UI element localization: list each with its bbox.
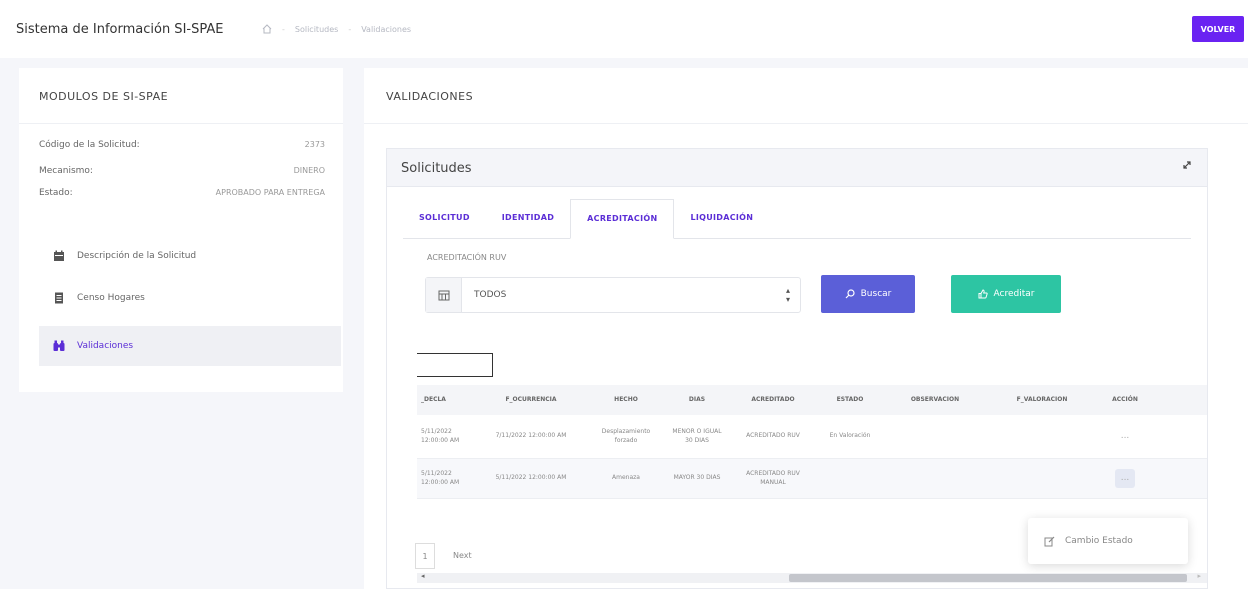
action-cell: ... (1097, 427, 1153, 446)
field-label: Código de la Solicitud: (39, 140, 140, 150)
sidebar-item-label: Validaciones (77, 341, 134, 351)
column-header[interactable]: ACREDITADO (729, 396, 817, 404)
breadcrumb: - Solicitudes - Validaciones (262, 24, 411, 34)
scroll-right-icon[interactable]: ▸ (1197, 572, 1201, 580)
row-actions-menu: Cambio Estado (1028, 518, 1188, 564)
table-cell: ACREDITADO RUV (746, 432, 800, 440)
sidebar: MODULOS DE SI-SPAE Código de la Solicitu… (19, 68, 343, 392)
search-button[interactable]: Buscar (821, 275, 915, 313)
field-status: Estado: APROBADO PARA ENTREGA (39, 188, 325, 198)
document-icon (55, 292, 63, 304)
table-row: 5/11/2022 12:00:00 AM 7/11/2022 12:00:00… (417, 415, 1207, 459)
tab-liquidacion[interactable]: LIQUIDACIÓN (674, 199, 769, 239)
tab-bar: SOLICITUD IDENTIDAD ACREDITACIÓN LIQUIDA… (403, 199, 1191, 239)
select-caret-icon: ▴ ▾ (785, 286, 790, 304)
table-header: _DECLA F_OCURRENCIA HECHO DIAS ACREDITAD… (417, 385, 1207, 415)
home-icon[interactable] (262, 24, 272, 34)
column-header[interactable]: ESTADO (817, 396, 883, 404)
tab-acreditacion[interactable]: ACREDITACIÓN (570, 199, 675, 239)
calendar-icon (438, 290, 449, 301)
table-cell: 7/11/2022 12:00:00 AM (495, 432, 567, 440)
back-button[interactable]: VOLVER (1192, 16, 1244, 42)
next-page-link[interactable]: Next (453, 551, 472, 560)
top-bar: Sistema de Información SI-SPAE - Solicit… (0, 0, 1248, 58)
row-actions-button[interactable]: ... (1115, 427, 1136, 446)
menu-item-cambio-estado[interactable]: Cambio Estado (1065, 536, 1133, 546)
select-icon-box (426, 278, 462, 312)
table-cell: 5/11/2022 12:00:00 AM (421, 428, 460, 444)
table-cell: MENOR O IGUAL 30 DIAS (672, 428, 722, 444)
tab-solicitud[interactable]: SOLICITUD (403, 199, 486, 239)
table-cell: Desplazamiento forzado (601, 428, 651, 444)
breadcrumb-solicitudes[interactable]: Solicitudes (295, 25, 338, 34)
table-cell: 5/11/2022 12:00:00 AM (495, 474, 567, 482)
tab-identidad[interactable]: IDENTIDAD (486, 199, 570, 239)
app-title: Sistema de Información SI-SPAE (16, 22, 224, 37)
sidebar-item-label: Descripción de la Solicitud (77, 251, 197, 261)
table-row: 5/11/2022 12:00:00 AM 5/11/2022 12:00:00… (417, 459, 1207, 499)
field-value: APROBADO PARA ENTREGA (215, 188, 325, 197)
panel-title: Solicitudes (387, 149, 1207, 187)
expand-icon[interactable] (1181, 159, 1193, 171)
search-icon (845, 289, 855, 299)
field-label: Estado: (39, 188, 73, 198)
sidebar-item-label: Censo Hogares (77, 293, 145, 303)
acreditacion-select[interactable]: TODOS ▴ ▾ (425, 277, 801, 313)
edit-icon (1044, 536, 1055, 546)
column-header[interactable]: F_OCURRENCIA (475, 396, 587, 404)
field-value: 2373 (304, 140, 325, 149)
column-header[interactable]: OBSERVACION (883, 396, 987, 404)
page-button[interactable]: 1 (415, 543, 435, 569)
select-value: TODOS (474, 290, 507, 300)
field-value: DINERO (293, 166, 325, 175)
row-actions-button[interactable]: ... (1114, 469, 1136, 488)
table-cell: Amenaza (612, 474, 640, 482)
page-title: VALIDACIONES (364, 68, 1248, 124)
sidebar-item-censo[interactable]: Censo Hogares (39, 278, 341, 318)
table-cell: 5/11/2022 12:00:00 AM (421, 470, 460, 486)
field-mechanism: Mecanismo: DINERO (39, 166, 325, 176)
thumbs-up-icon (978, 289, 988, 299)
sidebar-item-descripcion[interactable]: Descripción de la Solicitud (39, 236, 341, 276)
horizontal-scrollbar[interactable]: ◂ ▸ (417, 572, 1207, 583)
field-label: Mecanismo: (39, 166, 93, 176)
table-cell: ACREDITADO RUV MANUAL (746, 470, 800, 486)
calendar-icon (54, 250, 64, 261)
scroll-left-icon[interactable]: ◂ (421, 572, 425, 580)
search-button-label: Buscar (860, 289, 892, 299)
data-table: _DECLA F_OCURRENCIA HECHO DIAS ACREDITAD… (417, 385, 1207, 499)
filter-label: ACREDITACIÓN RUV (427, 253, 507, 262)
binoculars-icon (53, 340, 65, 351)
table-cell: MAYOR 30 DIAS (673, 474, 721, 482)
breadcrumb-validaciones: Validaciones (361, 24, 412, 34)
column-header[interactable]: HECHO (587, 396, 665, 404)
column-header[interactable]: _DECLA (417, 396, 475, 404)
sidebar-item-validaciones[interactable]: Validaciones (39, 326, 341, 366)
accredit-button[interactable]: Acreditar (951, 275, 1061, 313)
field-request-code: Código de la Solicitud: 2373 (39, 140, 325, 150)
breadcrumb-separator: - (348, 24, 352, 34)
table-cell: En Valoración (829, 432, 871, 440)
accredit-button-label: Acreditar (993, 289, 1035, 299)
sidebar-title: MODULOS DE SI-SPAE (19, 68, 343, 124)
column-header[interactable]: F_VALORACION (987, 396, 1097, 404)
breadcrumb-separator: - (282, 24, 285, 34)
scroll-thumb[interactable] (789, 574, 1187, 582)
column-header: ACCIÓN (1112, 395, 1138, 403)
column-header[interactable]: DIAS (665, 396, 729, 404)
table-search-input[interactable] (417, 353, 493, 377)
action-cell: ... (1097, 469, 1153, 488)
